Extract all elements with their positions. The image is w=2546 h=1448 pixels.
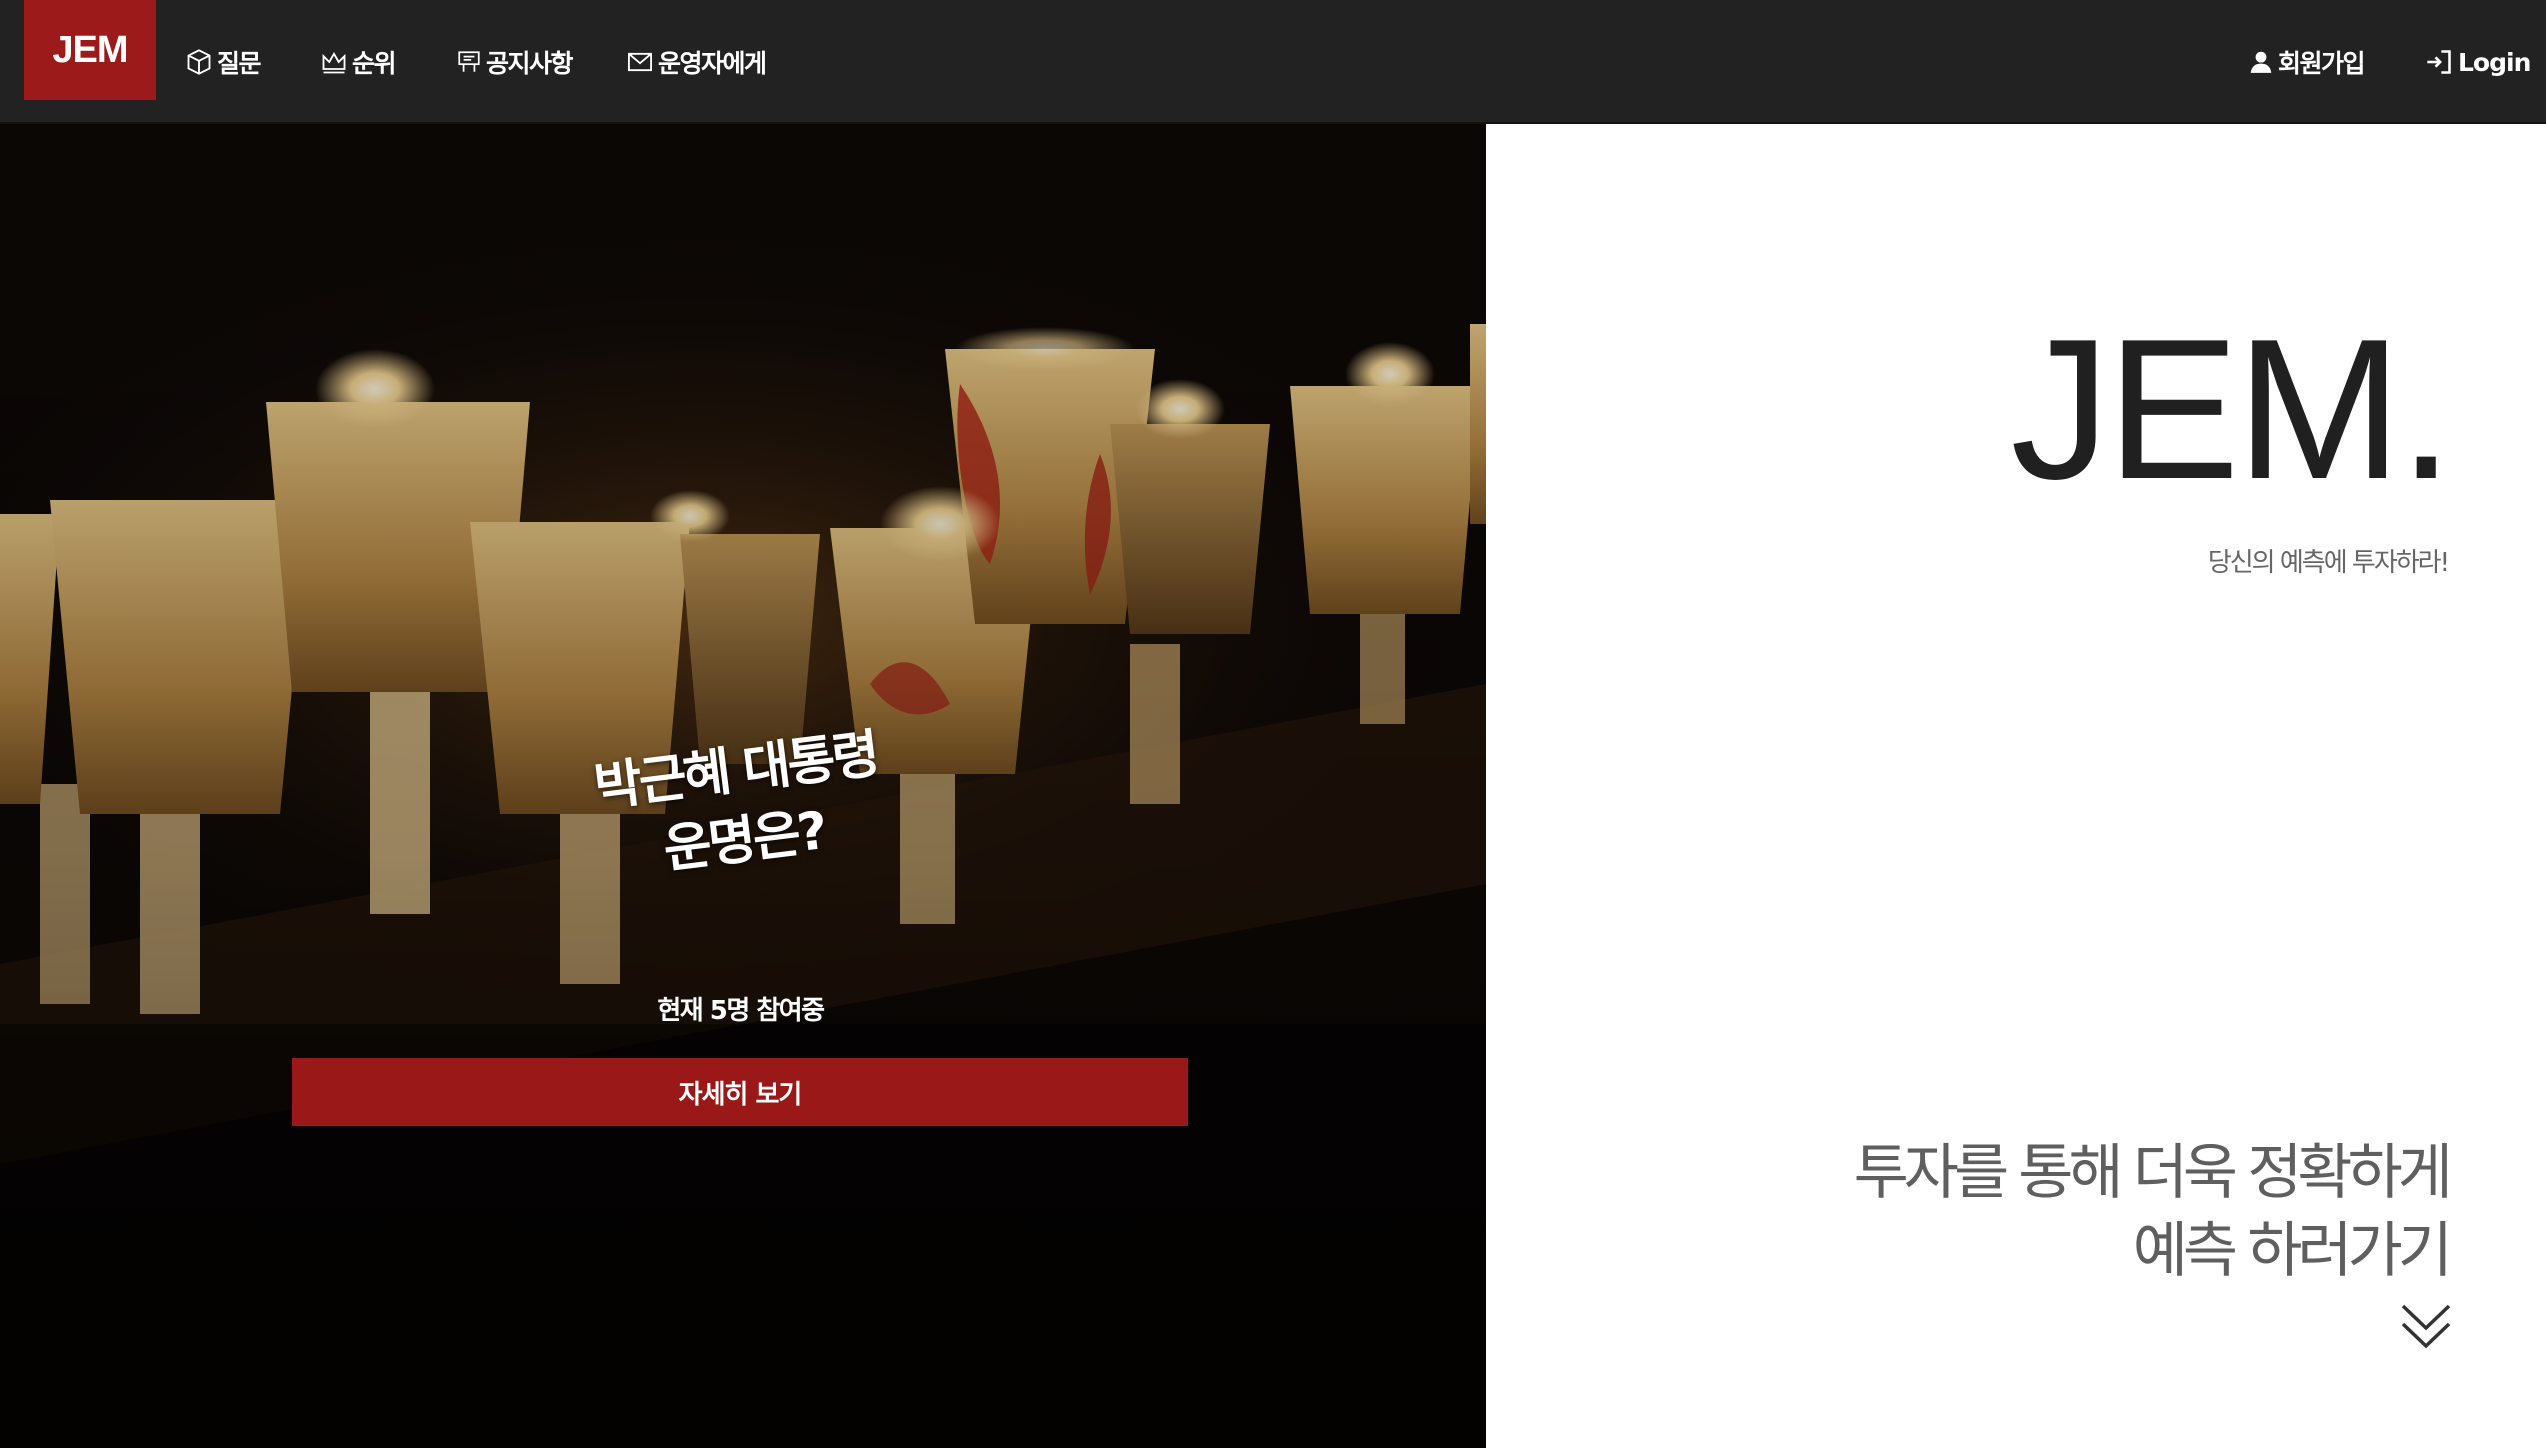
- nav-item-notice[interactable]: 공지사항: [456, 38, 574, 86]
- nav-item-label: 순위: [352, 49, 397, 78]
- brand-logo[interactable]: JEM: [24, 0, 156, 100]
- cta-line2: 예측 하러가기: [2132, 1216, 2453, 1286]
- cta-text: 투자를 통해 더욱 정확하게 예측 하러가기: [1853, 1134, 2453, 1290]
- crown-icon: [322, 51, 346, 74]
- nav-item-label: 운영자에게: [658, 49, 767, 78]
- user-icon: [2250, 51, 2272, 73]
- nav-item-contact[interactable]: 운영자에게: [626, 38, 767, 86]
- hero-brand-logo: JEM.: [2010, 298, 2454, 521]
- nav-item-label: 공지사항: [486, 49, 574, 78]
- login-icon: [2427, 50, 2451, 74]
- brand-tagline: 당신의 예측에 투자하라!: [2207, 548, 2450, 578]
- top-navbar: JEM 질문 순위 공지사항 운영자에게 회원가입 Login: [0, 0, 2546, 124]
- double-chevron-down-icon[interactable]: [2400, 1300, 2452, 1354]
- nav-item-label: 질문: [217, 49, 262, 78]
- login-label: Login: [2458, 47, 2531, 77]
- login-link[interactable]: Login: [2424, 38, 2531, 86]
- noticeboard-icon: [458, 51, 480, 72]
- signup-link[interactable]: 회원가입: [2248, 38, 2366, 86]
- hero-banner: 박근혜 대통령 운명은? 현재 5명 참여중 자세히 보기: [0, 124, 1486, 1448]
- nav-item-questions[interactable]: 질문: [185, 38, 262, 86]
- view-details-button[interactable]: 자세히 보기: [292, 1058, 1188, 1126]
- signup-label: 회원가입: [2278, 49, 2366, 78]
- envelope-icon: [627, 52, 653, 72]
- nav-item-ranking[interactable]: 순위: [320, 38, 397, 86]
- cube-icon: [187, 49, 211, 75]
- participant-count: 현재 5명 참여중: [657, 996, 825, 1026]
- cta-line1: 투자를 통해 더욱 정확하게: [1853, 1138, 2453, 1208]
